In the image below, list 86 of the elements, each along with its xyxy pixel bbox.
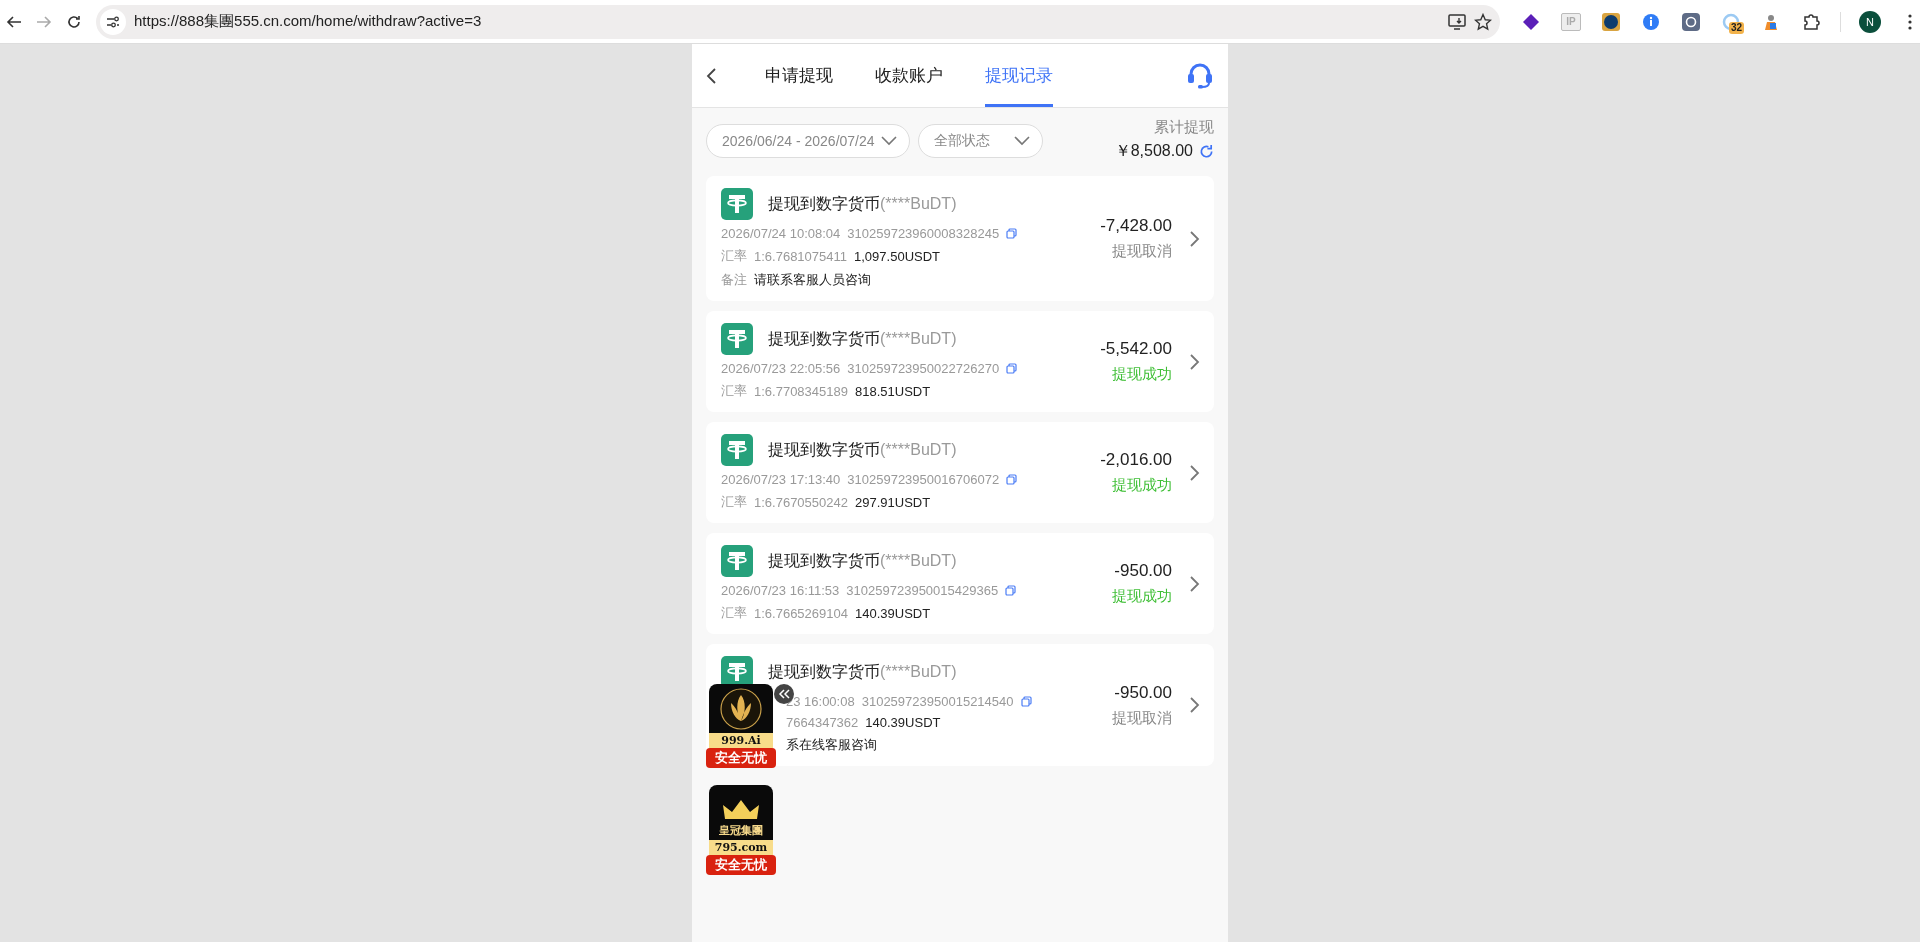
remark-label: 备注 [721, 271, 747, 289]
total-amount: ￥8,508.00 [1114, 141, 1193, 161]
withdrawal-amount: -5,542.00 [1100, 339, 1172, 359]
back-arrow-icon[interactable] [6, 13, 22, 30]
record-title: 提现到数字货币(****BuDT) [768, 661, 957, 682]
withdrawal-amount: -7,428.00 [1100, 216, 1172, 236]
app-ad-tile[interactable]: 999.Ai [709, 684, 773, 748]
reload-icon[interactable] [66, 13, 82, 30]
profile-avatar[interactable]: N [1859, 10, 1881, 33]
record-datetime: 2026/07/23 17:13:40 [721, 472, 841, 487]
ad-badge: 安全无忧 [706, 855, 776, 875]
url-text: https://888集團555.cn.com/home/withdraw?active=3 [134, 12, 483, 31]
copy-icon[interactable] [1005, 585, 1017, 596]
address-bar[interactable]: https://888集團555.cn.com/home/withdraw?active=3 [96, 4, 1500, 39]
withdrawal-amount: -2,016.00 [1100, 450, 1172, 470]
tether-logo-icon [721, 434, 753, 466]
withdrawal-amount: -950.00 [1114, 682, 1172, 703]
usdt-amount: 140.39USDT [855, 605, 931, 621]
ad-caption: 795.com [709, 840, 773, 855]
square-extension-icon[interactable] [1600, 10, 1622, 33]
withdrawal-status: 提现取消 [1112, 708, 1172, 728]
order-number: 310259723950016706072 [847, 472, 1000, 487]
status-filter[interactable]: 全部状态 [917, 124, 1043, 158]
record-datetime: 2026/07/23 22:05:56 [721, 361, 841, 376]
crown-icon [721, 799, 761, 821]
record-title: 提现到数字货币(****BuDT) [768, 193, 957, 214]
withdrawal-status: 提现成功 [1112, 476, 1172, 495]
tab[interactable]: 收款账户 [875, 44, 943, 107]
record-title: 提现到数字货币(****BuDT) [768, 550, 957, 571]
refresh-icon[interactable] [1199, 144, 1214, 159]
remark-text: 请联系客服人员咨询 [754, 271, 871, 289]
rate-label: 汇率 [721, 382, 747, 400]
record-datetime: 2026/07/24 10:08:04 [721, 226, 841, 241]
order-number: 310259723950015214540 [861, 694, 1014, 709]
ad-badge: 安全无忧 [706, 748, 776, 768]
shield-extension-icon[interactable] [1680, 10, 1702, 33]
usdt-amount: 818.51USDT [855, 383, 931, 399]
usdt-amount: 140.39USDT [865, 715, 941, 730]
withdrawal-status: 提现取消 [1112, 242, 1172, 261]
withdrawal-card[interactable]: 提现到数字货币(****BuDT) 2026/07/23 17:13:40 310259723950016706072 汇率 1:6.7670550242 297.91USDT -2,016.00 提现成功 [706, 422, 1214, 523]
tether-logo-icon [721, 545, 753, 577]
withdrawal-card[interactable]: 提现到数字货币(****BuDT) 2026/07/23 16:11:53 310259723950015429365 汇率 1:6.7665269104 140.39USDT -950.00 提现成功 [706, 533, 1214, 634]
tether-logo-icon [721, 188, 753, 220]
withdrawal-card[interactable]: 提现到数字货币(****BuDT) 2026/07/23 22:05:56 310259723950022726270 汇率 1:6.7708345189 818.51USDT -5,542.00 提现成功 [706, 311, 1214, 412]
tab[interactable]: 申请提现 [765, 44, 833, 107]
record-title: 提现到数字货币(****BuDT) [768, 328, 957, 349]
withdrawal-status: 提现成功 [1112, 365, 1172, 384]
sliders-icon [106, 15, 120, 28]
chevron-down-icon [880, 136, 897, 146]
remark-text: 系在线客服咨询 [786, 736, 877, 754]
install-app-icon[interactable] [1448, 13, 1466, 30]
lotus-logo-icon [719, 687, 763, 731]
ad-caption: 999.Ai [709, 733, 773, 748]
usdt-amount: 297.91USDT [855, 494, 931, 510]
total-label: 累计提现 [1154, 118, 1214, 137]
rate-label: 汇率 [721, 604, 747, 622]
copy-icon[interactable] [1020, 696, 1032, 707]
rate-label: 汇率 [721, 247, 747, 265]
withdrawal-status: 提现成功 [1112, 587, 1172, 606]
exchange-rate: 1:6.7708345189 [754, 383, 848, 399]
date-range-filter[interactable]: 2026/06/24 - 2026/07/24 [706, 124, 910, 158]
chevron-down-icon [1013, 136, 1030, 146]
usdt-amount: 1,097.50USDT [854, 248, 941, 264]
ad-brand: 皇冠集團 [719, 823, 763, 838]
site-settings-button[interactable] [100, 8, 126, 35]
headset-icon[interactable] [1186, 61, 1214, 90]
tab[interactable]: 提现记录 [985, 44, 1053, 107]
copy-icon[interactable] [1006, 474, 1018, 485]
app-ad-tile[interactable]: 皇冠集團 795.com [709, 785, 773, 855]
star-icon[interactable] [1474, 12, 1492, 31]
exchange-rate: 1:6.7670550242 [754, 494, 848, 510]
record-datetime: 2026/07/23 16:11:53 [721, 583, 840, 598]
extension-badge: 32 [1729, 21, 1745, 34]
order-number: 310259723950015429365 [846, 583, 999, 598]
order-number: 310259723960008328245 [847, 226, 1000, 241]
copy-icon[interactable] [1006, 228, 1018, 239]
record-title: 提现到数字货币(****BuDT) [768, 439, 957, 460]
exchange-rate: 1:6.7665269104 [754, 605, 848, 621]
tether-logo-icon [721, 323, 753, 355]
withdrawal-card[interactable]: 提现到数字货币(****BuDT) 2026/07/24 10:08:04 310259723960008328245 汇率 1:6.7681075411 1,097.50USDT 备注 请联系客服人员咨询 -7,428.00 提现取消 [706, 176, 1214, 301]
order-number: 310259723950022726270 [847, 361, 1000, 376]
rate-label: 汇率 [721, 493, 747, 511]
withdrawal-amount: -950.00 [1114, 561, 1172, 581]
exchange-rate: 7664347362 [786, 715, 859, 730]
copy-icon[interactable] [1006, 363, 1018, 374]
exchange-rate: 1:6.7681075411 [754, 248, 848, 264]
